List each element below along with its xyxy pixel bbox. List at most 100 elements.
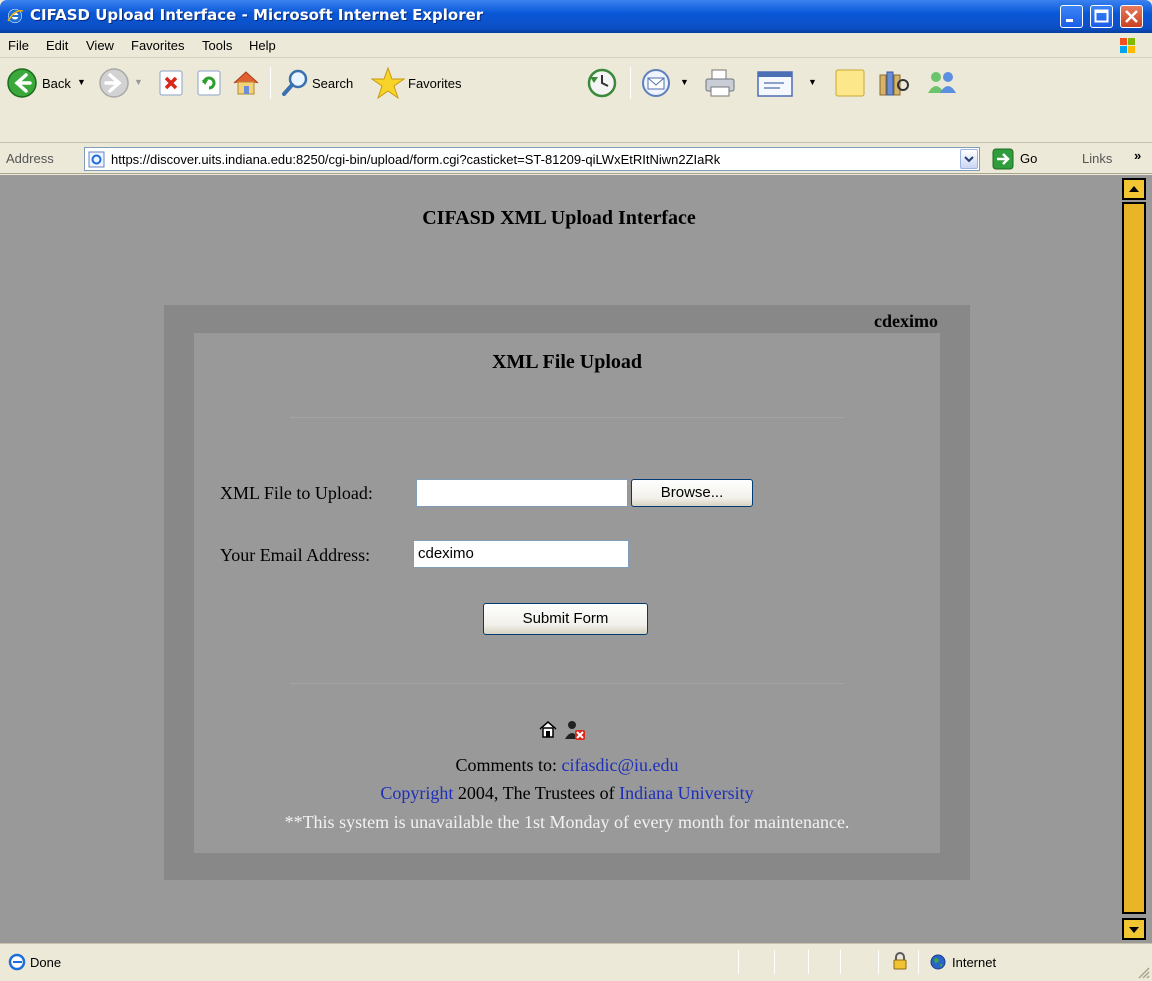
print-icon	[705, 69, 735, 97]
scroll-up-button[interactable]	[1122, 178, 1146, 200]
upload-form-panel: XML File Upload XML File to Upload: Brow…	[194, 333, 940, 853]
back-arrow-icon	[7, 68, 37, 98]
menu-view[interactable]: View	[86, 38, 114, 53]
copyright-line: Copyright 2004, The Trustees of Indiana …	[194, 783, 940, 804]
scroll-down-button[interactable]	[1122, 918, 1146, 940]
address-url: https://discover.uits.indiana.edu:8250/c…	[111, 152, 721, 167]
copyright-text: 2004, The Trustees of	[453, 783, 620, 803]
minimize-button[interactable]	[1060, 5, 1083, 28]
divider	[290, 417, 844, 418]
home-button[interactable]	[230, 65, 262, 101]
copyright-link[interactable]: Copyright	[380, 783, 453, 803]
search-icon	[282, 69, 308, 96]
history-button[interactable]	[584, 65, 620, 101]
menu-tools[interactable]: Tools	[202, 38, 232, 53]
chevron-down-icon	[964, 156, 974, 163]
refresh-button[interactable]	[194, 65, 224, 101]
close-button[interactable]	[1120, 5, 1143, 28]
address-dropdown-button[interactable]	[960, 149, 978, 169]
chevron-right-icon[interactable]: »	[1134, 148, 1141, 163]
status-separator	[878, 950, 879, 974]
print-button[interactable]	[702, 65, 738, 101]
stop-icon	[159, 70, 183, 96]
divider	[290, 683, 844, 684]
edit-dropdown-icon[interactable]: ▼	[808, 77, 817, 87]
back-button[interactable]: Back ▼	[4, 65, 88, 101]
close-icon	[1125, 10, 1138, 23]
page-icon	[88, 151, 105, 168]
menu-favorites[interactable]: Favorites	[131, 38, 184, 53]
favorites-label: Favorites	[408, 76, 462, 91]
note-icon	[835, 69, 865, 97]
menu-edit[interactable]: Edit	[46, 38, 68, 53]
status-separator	[840, 950, 841, 974]
address-input[interactable]: https://discover.uits.indiana.edu:8250/c…	[84, 147, 980, 171]
maintenance-notice: **This system is unavailable the 1st Mon…	[284, 812, 850, 832]
title-bar: CIFASD Upload Interface - Microsoft Inte…	[0, 0, 1152, 33]
scroll-down-icon	[1129, 927, 1139, 933]
messenger-button[interactable]	[922, 65, 962, 101]
comments-text: Comments to:	[455, 755, 562, 775]
go-label: Go	[1020, 151, 1038, 166]
file-path-input[interactable]	[416, 479, 628, 507]
email-label: Your Email Address:	[220, 545, 371, 565]
edit-button[interactable]: ▼	[756, 65, 817, 101]
scrollbar-thumb[interactable]	[1122, 202, 1146, 914]
toolbar-separator	[270, 67, 271, 99]
status-text: Done	[30, 955, 62, 970]
submit-button[interactable]: Submit Form	[483, 603, 648, 635]
page-title: CIFASD XML Upload Interface	[422, 207, 696, 229]
forward-dropdown-icon[interactable]: ▼	[134, 77, 143, 87]
ie-page-icon	[8, 953, 26, 971]
mail-button[interactable]: ▼	[640, 65, 696, 101]
back-dropdown-icon[interactable]: ▼	[77, 77, 86, 87]
indiana-university-link[interactable]: Indiana University	[619, 783, 753, 803]
menu-file[interactable]: File	[8, 38, 29, 53]
comments-email-link[interactable]: cifasdic@iu.edu	[561, 755, 678, 775]
back-label: Back	[42, 76, 71, 91]
vertical-scrollbar[interactable]	[1118, 175, 1152, 943]
forward-button[interactable]: ▼	[98, 65, 148, 101]
file-upload-label: XML File to Upload:	[220, 483, 373, 503]
stop-button[interactable]	[156, 65, 186, 101]
mail-dropdown-icon[interactable]: ▼	[680, 77, 689, 87]
browse-button[interactable]: Browse...	[631, 479, 753, 507]
search-button[interactable]: Search	[280, 65, 368, 101]
favorites-button[interactable]: Favorites	[370, 65, 480, 101]
lock-icon[interactable]	[892, 952, 908, 970]
resize-grip-icon[interactable]	[1136, 965, 1150, 979]
status-bar: Done Internet	[0, 943, 1152, 981]
favorites-star-icon	[370, 66, 406, 100]
research-icon	[879, 71, 909, 96]
username-label: cdeximo	[874, 311, 938, 331]
go-button[interactable]: Go	[992, 148, 1052, 170]
discuss-button[interactable]	[832, 65, 868, 101]
links-label[interactable]: Links	[1082, 151, 1112, 166]
security-zone-label: Internet	[952, 955, 997, 970]
menu-help[interactable]: Help	[249, 38, 276, 53]
address-label: Address	[6, 151, 54, 166]
research-button[interactable]	[876, 65, 912, 101]
maximize-icon	[1094, 9, 1109, 23]
go-arrow-icon	[992, 148, 1014, 170]
forward-arrow-icon	[99, 68, 129, 98]
email-field[interactable]: cdeximo	[413, 540, 629, 568]
browser-window: CIFASD Upload Interface - Microsoft Inte…	[0, 0, 1152, 981]
status-separator	[918, 950, 919, 974]
address-bar: Address https://discover.uits.indiana.ed…	[0, 144, 1152, 174]
form-title: XML File Upload	[491, 351, 642, 373]
status-separator	[808, 950, 809, 974]
maximize-button[interactable]	[1090, 5, 1113, 28]
edit-page-icon	[757, 71, 793, 97]
toolbar: Back ▼ ▼ Search Favorites ▼ ▼	[0, 59, 1152, 143]
page-content: CIFASD XML Upload Interface cdeximo XML …	[0, 175, 1118, 943]
home-icon	[233, 71, 259, 95]
logout-icon[interactable]	[564, 719, 586, 741]
home-icon[interactable]	[538, 719, 558, 739]
refresh-icon	[197, 70, 221, 96]
windows-logo-icon	[1120, 38, 1135, 53]
ie-icon	[7, 9, 24, 23]
footer-icons	[538, 719, 598, 741]
messenger-icon	[928, 72, 956, 93]
status-separator	[738, 950, 739, 974]
